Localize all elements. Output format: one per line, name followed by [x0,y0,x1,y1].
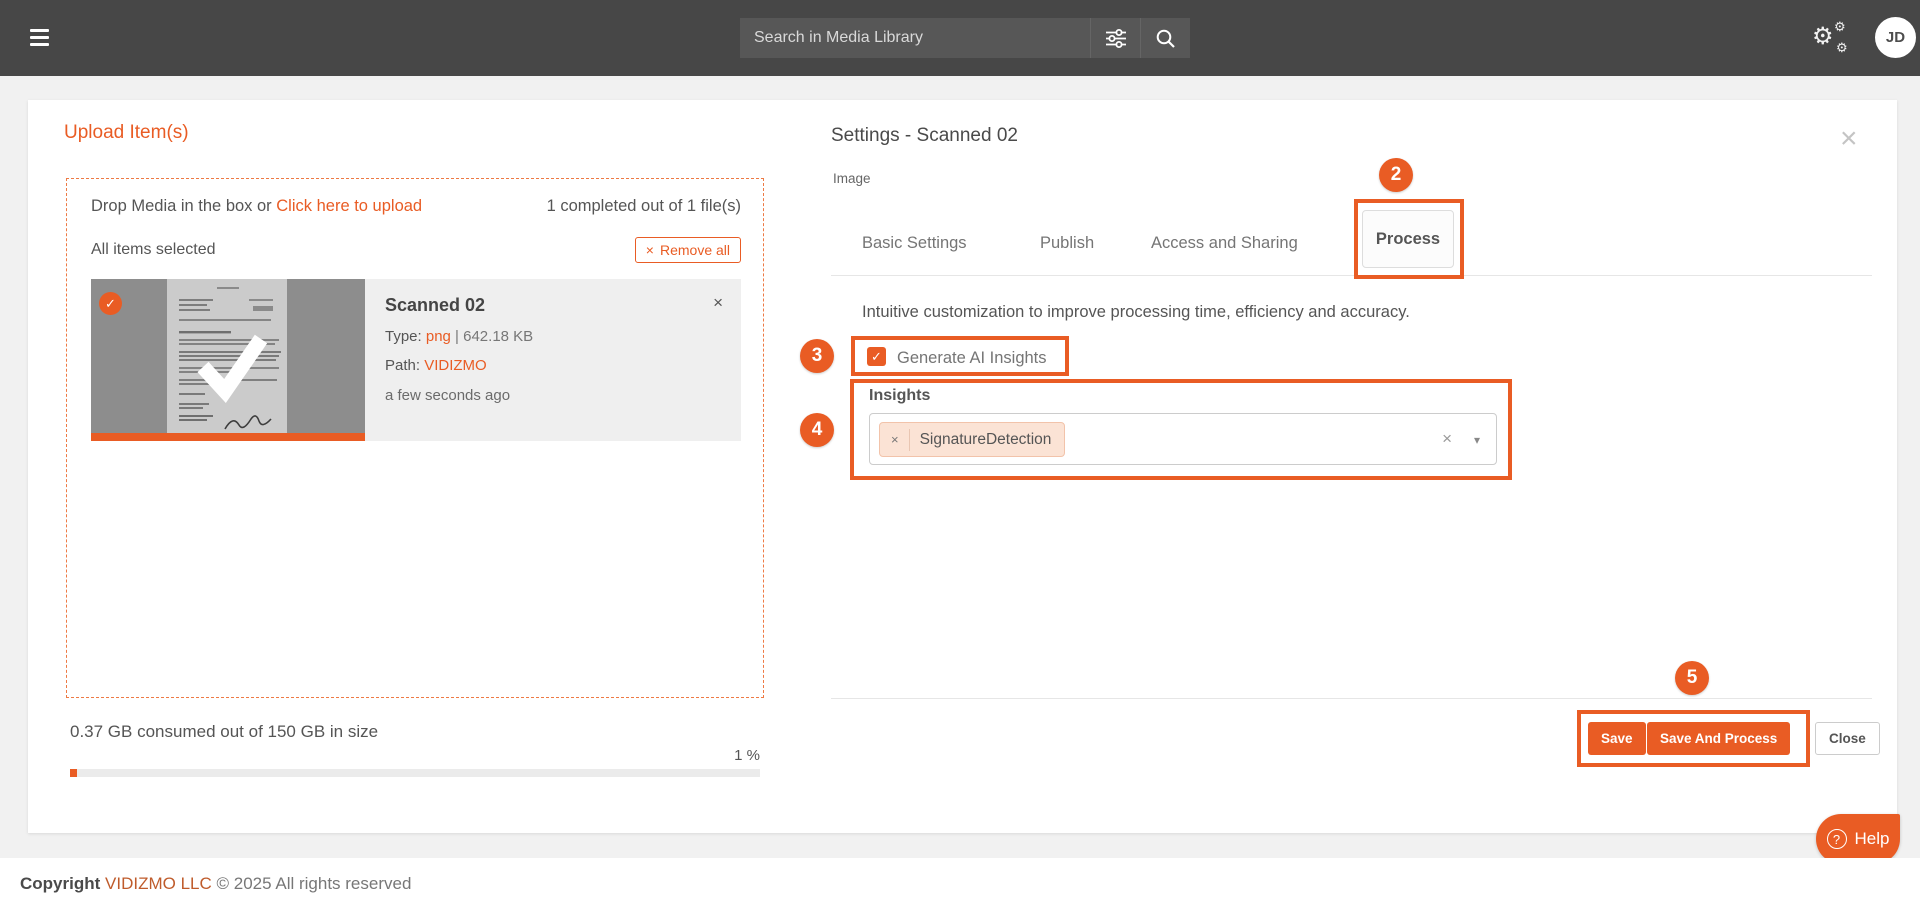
annotation-box-save-buttons [1577,710,1810,767]
selected-check-badge[interactable]: ✓ [99,292,122,315]
all-items-selected-label: All items selected [91,241,216,259]
upload-completed-count: 1 completed out of 1 file(s) [547,197,741,216]
file-type-size: Type: png | 642.18 KB [385,328,721,345]
gear-small-icon-2: ⚙ [1836,41,1848,54]
uploaded-file-item: ✓ Scanned 02 Type: png | 642.18 KB Path:… [91,279,741,441]
gear-small-icon: ⚙ [1834,20,1846,33]
rights-text: © 2025 All rights reserved [217,874,412,893]
vidizmo-upload-page: ⚙ ⚙ ⚙ JD Upload Item(s) Drop Media in th… [0,0,1920,912]
search-submit-button[interactable] [1140,18,1190,58]
media-library-search [740,18,1190,58]
check-icon: ✓ [105,296,116,312]
file-type-value: png [426,328,451,345]
top-navigation-bar: ⚙ ⚙ ⚙ JD [0,0,1920,76]
search-input[interactable] [740,18,1090,58]
file-size: | 642.18 KB [451,328,533,345]
storage-progress-track [70,769,760,777]
copyright-text: Copyright VIDIZMO LLC © 2025 All rights … [20,874,411,894]
annotation-step-2: 2 [1379,158,1413,192]
search-filter-button[interactable] [1090,18,1140,58]
upload-progress-bar [91,433,365,441]
settings-footer-divider [831,698,1872,699]
tab-publish[interactable]: Publish [1040,234,1094,253]
file-path-value[interactable]: VIDIZMO [424,357,487,374]
remove-all-x-icon: × [646,242,654,258]
drop-media-text: Drop Media in the box or Click here to u… [91,197,422,216]
hamburger-menu-icon[interactable] [30,29,49,46]
dropzone-header-row: Drop Media in the box or Click here to u… [91,197,741,216]
user-avatar[interactable]: JD [1875,17,1916,58]
settings-close-icon[interactable]: × [1840,124,1858,154]
file-name: Scanned 02 [385,295,721,316]
copyright-label: Copyright [20,874,100,893]
annotation-box-insights [850,379,1512,480]
settings-media-type: Image [833,171,871,186]
click-to-upload-link[interactable]: Click here to upload [276,197,422,215]
annotation-step-4: 4 [800,413,834,447]
file-upload-time: a few seconds ago [385,387,721,404]
tabs-divider [831,275,1872,276]
selection-row: All items selected × Remove all [91,237,741,263]
settings-panel-title: Settings - Scanned 02 [831,125,1018,147]
close-button[interactable]: Close [1815,722,1880,755]
help-label: Help [1855,829,1890,849]
storage-consumed-text: 0.37 GB consumed out of 150 GB in size [70,722,378,742]
annotation-step-5: 5 [1675,661,1709,695]
company-link[interactable]: VIDIZMO LLC [105,874,212,893]
process-tab-description: Intuitive customization to improve proce… [862,303,1410,322]
file-thumbnail[interactable]: ✓ [91,279,365,441]
annotation-box-process-tab [1354,199,1464,279]
page-footer: Copyright VIDIZMO LLC © 2025 All rights … [0,858,1920,912]
remove-all-button[interactable]: × Remove all [635,237,741,263]
annotation-step-3: 3 [800,339,834,373]
file-path: Path: VIDIZMO [385,357,721,374]
question-mark-icon: ? [1827,829,1847,849]
drop-media-label: Drop Media in the box or [91,197,276,215]
file-remove-icon[interactable]: × [713,293,723,313]
upload-success-check-icon [91,279,365,441]
storage-percent-label: 1 % [70,747,760,764]
annotation-box-ai-checkbox [851,336,1069,376]
gear-icon: ⚙ [1812,25,1834,49]
tab-access-and-sharing[interactable]: Access and Sharing [1151,234,1298,253]
type-label: Type: [385,328,426,345]
file-info-panel: Scanned 02 Type: png | 642.18 KB Path: V… [365,279,741,441]
storage-progress-fill [70,769,77,777]
tab-basic-settings[interactable]: Basic Settings [862,234,967,253]
remove-all-label: Remove all [660,242,730,258]
search-icon [1155,28,1176,49]
help-button[interactable]: ? Help [1816,814,1900,864]
path-label: Path: [385,357,424,374]
filter-sliders-icon [1105,29,1127,48]
admin-settings-button[interactable]: ⚙ ⚙ ⚙ [1812,20,1854,58]
upload-panel-title: Upload Item(s) [64,122,189,144]
